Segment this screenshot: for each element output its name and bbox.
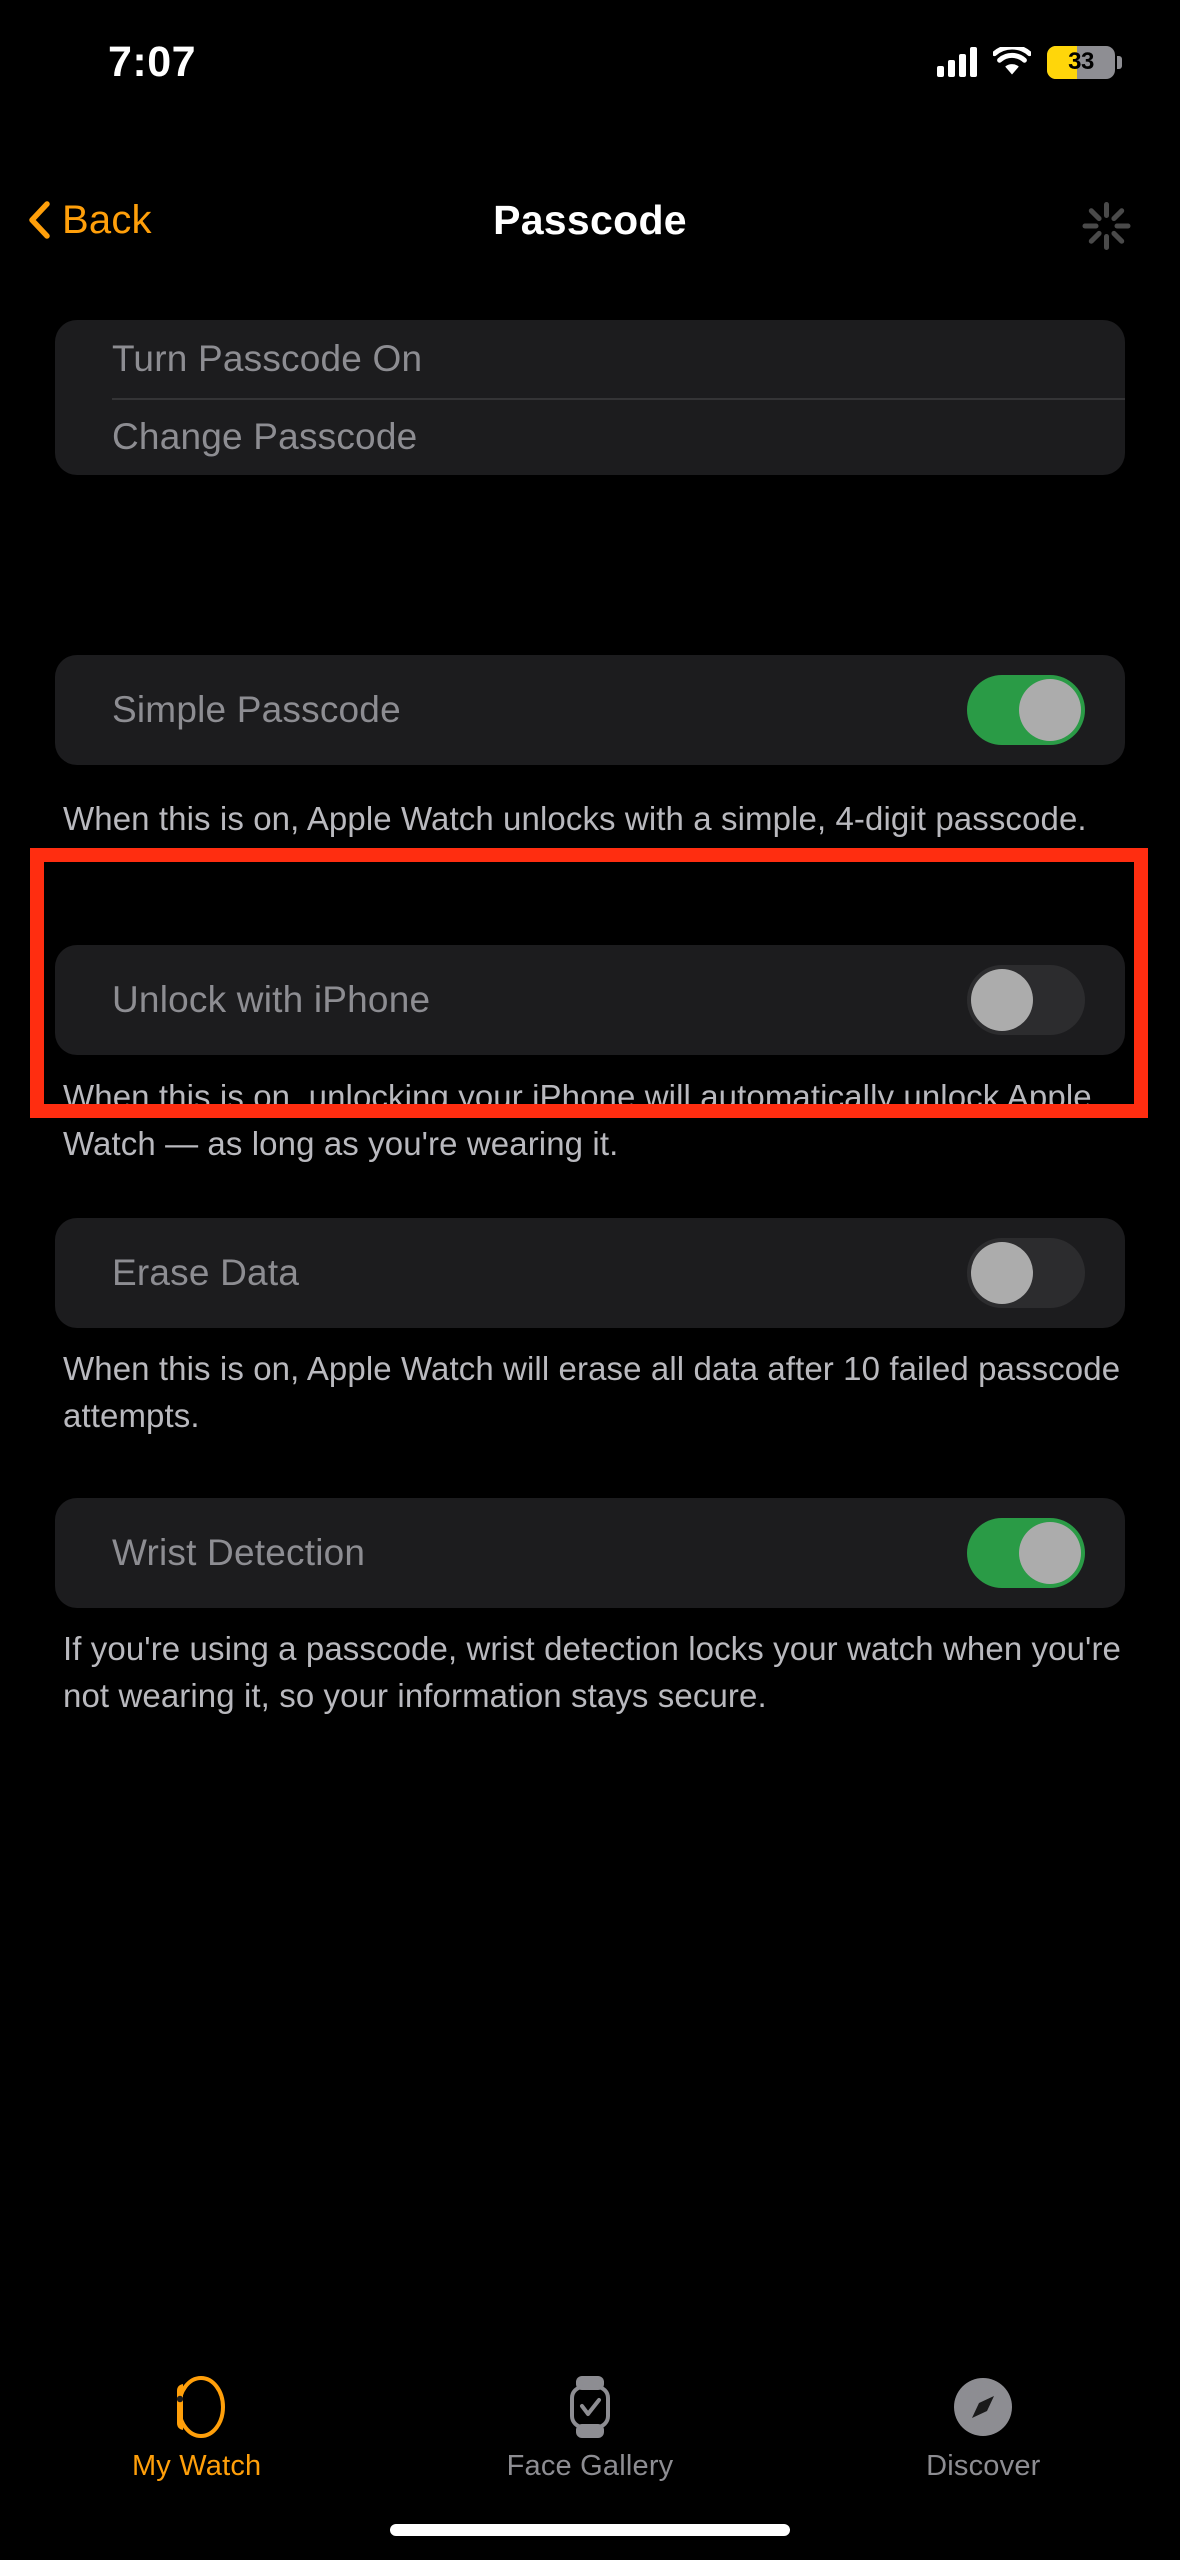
settings-list: Turn Passcode On Change Passcode Simple … xyxy=(0,0,1180,2560)
row-unlock-with-iphone[interactable]: Unlock with iPhone xyxy=(55,945,1125,1055)
row-label-unlock-with-iphone: Unlock with iPhone xyxy=(112,979,431,1020)
toggle-knob xyxy=(1019,1522,1081,1584)
row-label-erase-data: Erase Data xyxy=(112,1252,300,1293)
section-unlock-with-iphone: Unlock with iPhone xyxy=(55,945,1125,1055)
toggle-knob xyxy=(971,1242,1033,1304)
row-erase-data[interactable]: Erase Data xyxy=(55,1218,1125,1328)
row-change-passcode[interactable]: Change Passcode xyxy=(55,398,1125,475)
tab-face-gallery[interactable]: Face Gallery xyxy=(393,2360,786,2510)
tab-bar: My Watch Face Gallery Discover xyxy=(0,2360,1180,2560)
row-simple-passcode[interactable]: Simple Passcode xyxy=(55,655,1125,765)
row-label-turn-passcode-on: Turn Passcode On xyxy=(112,338,423,379)
toggle-erase-data[interactable] xyxy=(967,1238,1085,1308)
footnote-wrist-detection: If you're using a passcode, wrist detect… xyxy=(63,1630,1121,1714)
section-wrist-detection: Wrist Detection xyxy=(55,1498,1125,1608)
row-label-change-passcode: Change Passcode xyxy=(112,415,418,457)
footnote-erase-data: When this is on, Apple Watch will erase … xyxy=(63,1350,1121,1434)
watch-side-icon xyxy=(165,2374,229,2440)
footnote-unlock-with-iphone: When this is on, unlocking your iPhone w… xyxy=(63,1078,1092,1162)
toggle-knob xyxy=(971,969,1033,1031)
toggle-wrist-detection[interactable] xyxy=(967,1518,1085,1588)
row-wrist-detection[interactable]: Wrist Detection xyxy=(55,1498,1125,1608)
toggle-simple-passcode[interactable] xyxy=(967,675,1085,745)
tab-label-my-watch: My Watch xyxy=(131,2450,262,2482)
compass-icon xyxy=(952,2374,1014,2440)
tab-label-discover: Discover xyxy=(926,2450,1041,2482)
tab-label-face-gallery: Face Gallery xyxy=(506,2450,674,2482)
row-label-simple-passcode: Simple Passcode xyxy=(112,689,401,730)
section-simple-passcode: Simple Passcode xyxy=(55,655,1125,765)
row-turn-passcode-on[interactable]: Turn Passcode On xyxy=(55,320,1125,398)
row-label-wrist-detection: Wrist Detection xyxy=(112,1532,366,1573)
tab-my-watch[interactable]: My Watch xyxy=(0,2360,393,2510)
toggle-unlock-with-iphone[interactable] xyxy=(967,965,1085,1035)
section-erase-data: Erase Data xyxy=(55,1218,1125,1328)
section-passcode-actions: Turn Passcode On Change Passcode xyxy=(55,320,1125,475)
toggle-knob xyxy=(1019,679,1081,741)
watch-face-check-icon xyxy=(563,2374,617,2440)
tab-discover[interactable]: Discover xyxy=(787,2360,1180,2510)
home-indicator[interactable] xyxy=(390,2524,790,2536)
phone-screen: 7:07 33 Back Passcode Turn Passcode On C… xyxy=(0,0,1180,2560)
footnote-simple-passcode: When this is on, Apple Watch unlocks wit… xyxy=(63,800,1087,837)
